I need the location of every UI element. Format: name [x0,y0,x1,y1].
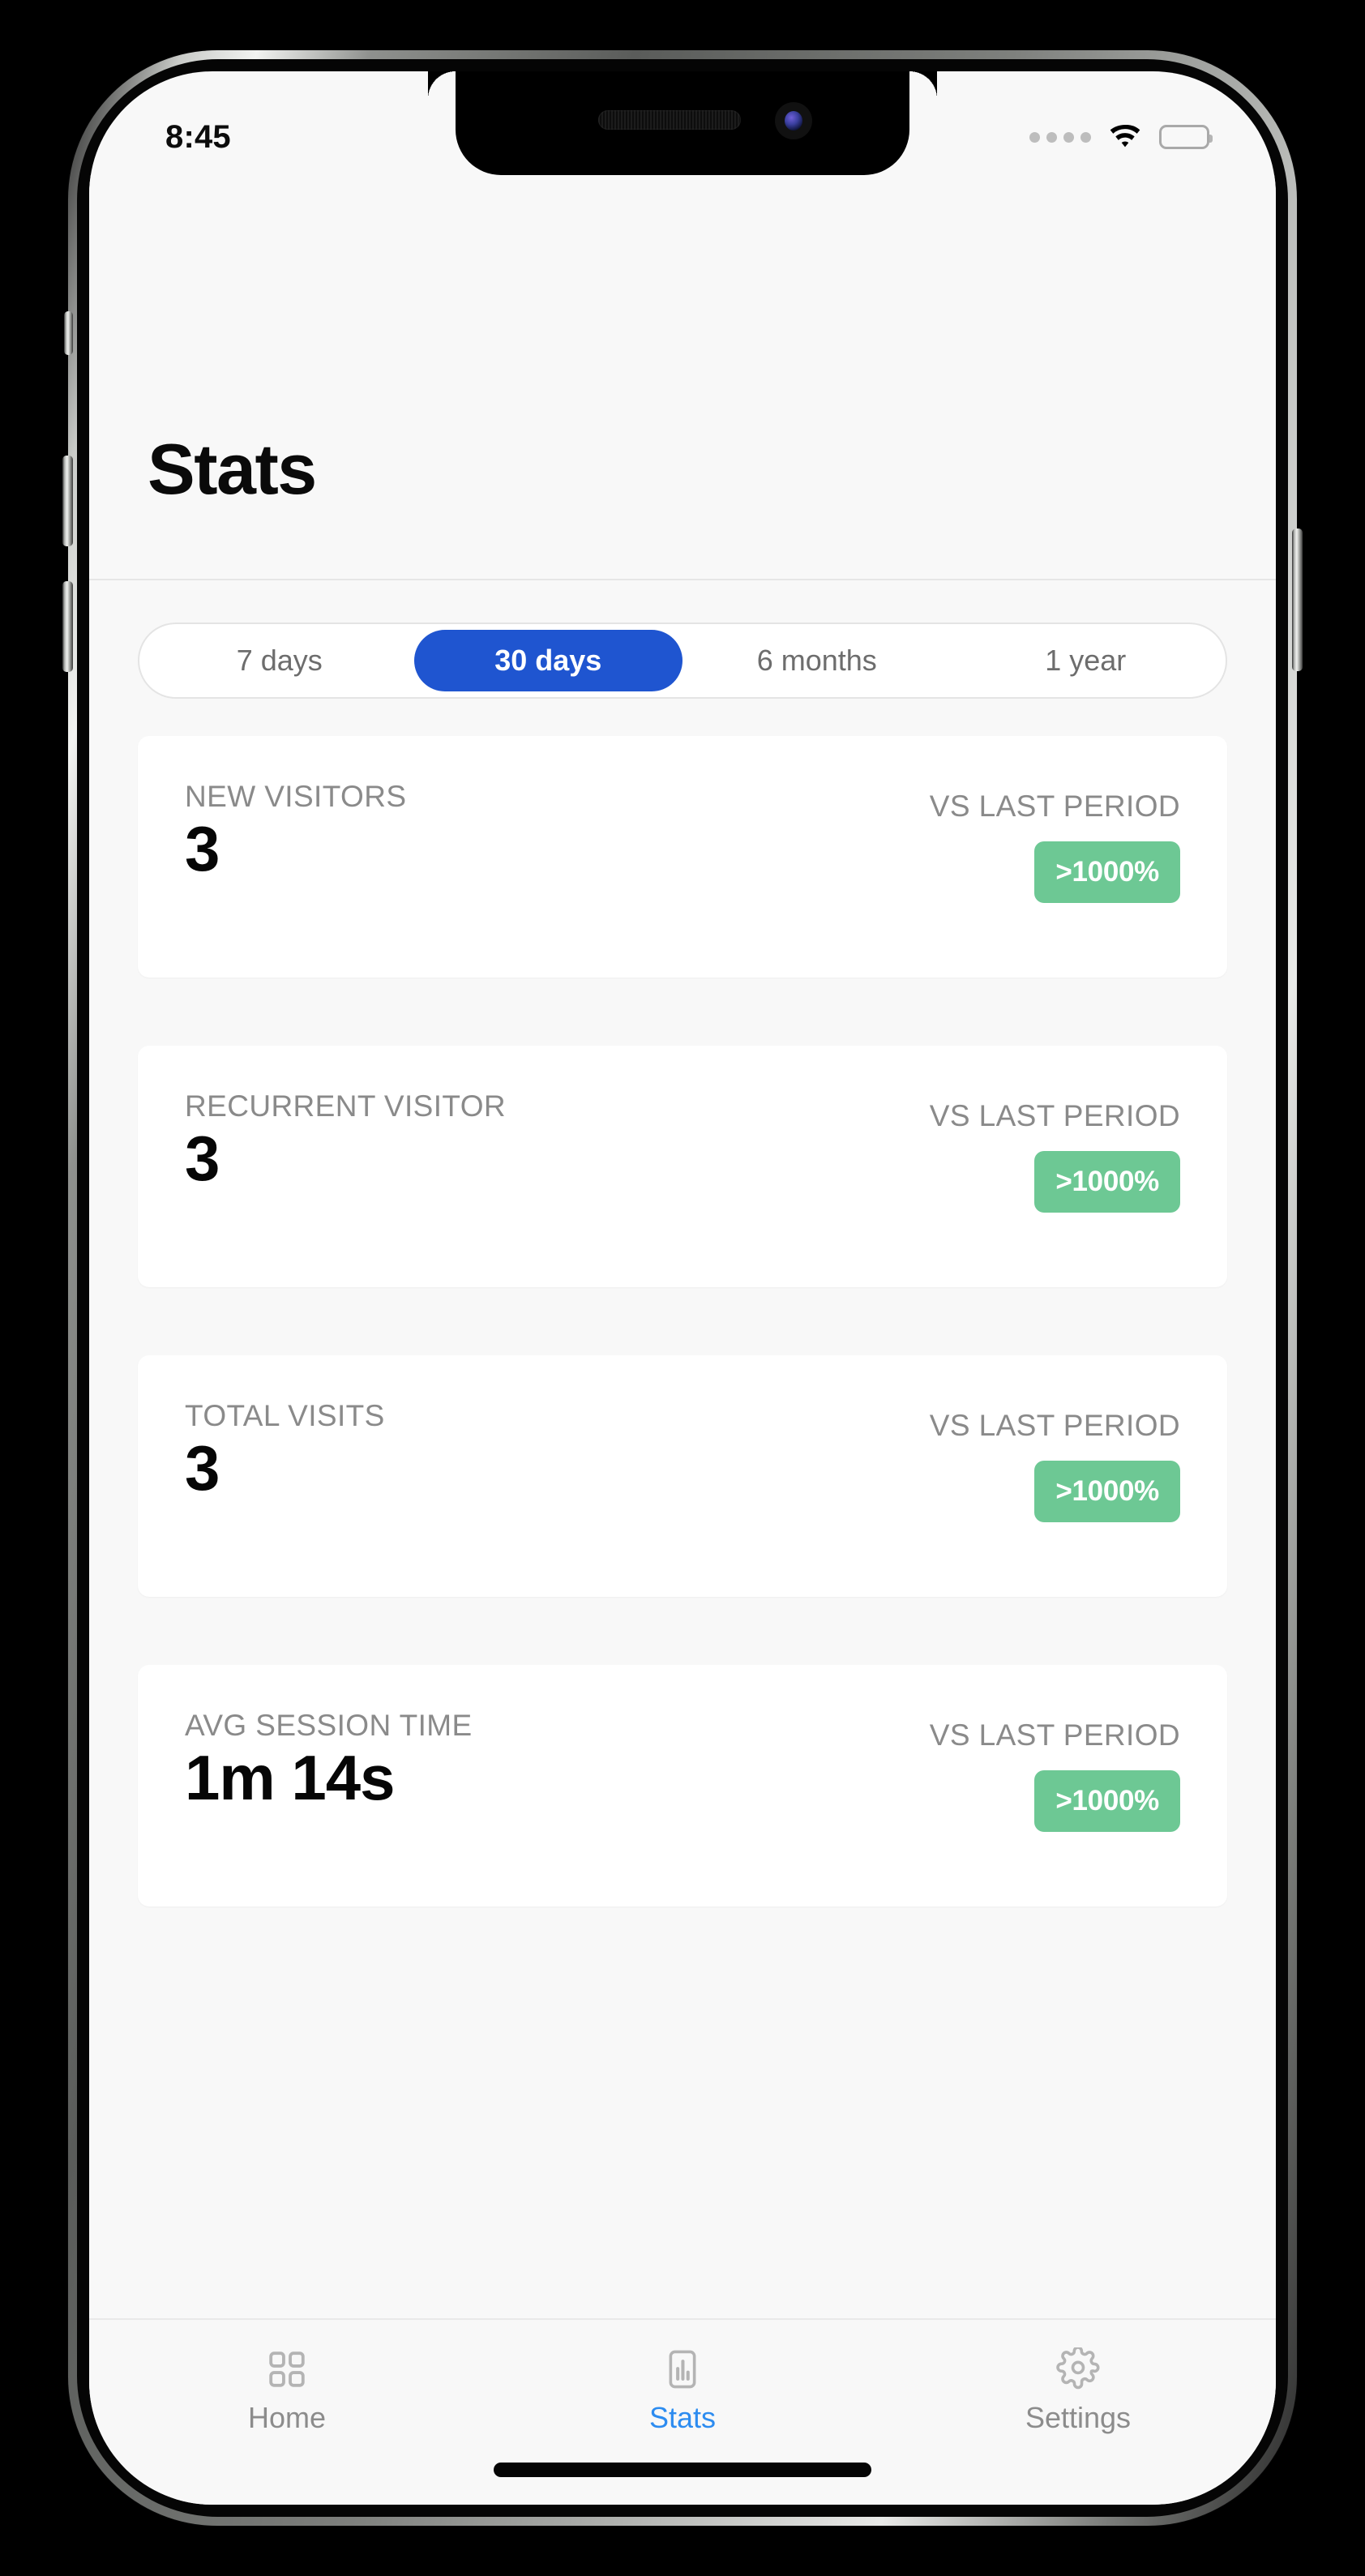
phone-device-frame: 8:45 Stats 7 days 30 days 6 months 1 yea… [62,50,1303,2526]
segment-30-days[interactable]: 30 days [413,630,682,691]
home-indicator[interactable] [494,2463,871,2477]
wifi-icon [1110,125,1140,148]
tab-label: Settings [1025,2401,1132,2434]
volume-down-button[interactable] [62,581,73,672]
grid-icon [269,2351,305,2387]
status-bar-indicators [1029,125,1213,149]
main-content: 7 days 30 days 6 months 1 year NEW VISIT… [89,582,1276,2318]
stat-card-total-visits[interactable]: TOTAL VISITS 3 VS LAST PERIOD >1000% [138,1355,1227,1597]
status-badge: >1000% [1034,841,1180,903]
tab-label: Stats [648,2401,717,2434]
tab-label: Home [247,2401,327,2434]
volume-up-button[interactable] [62,456,73,546]
mute-switch-button[interactable] [64,311,73,355]
tab-home[interactable]: Home [190,2347,384,2435]
stat-card-comparison: VS LAST PERIOD >1000% [930,1718,1180,1832]
status-badge: >1000% [1034,1770,1180,1832]
status-bar-time: 8:45 [165,118,231,155]
cellular-dots-icon [1029,131,1091,143]
stat-card-comparison: VS LAST PERIOD >1000% [930,1409,1180,1522]
tab-settings[interactable]: Settings [981,2347,1175,2435]
nav-header: Stats [89,175,1276,580]
stat-card-recurrent-visitor[interactable]: RECURRENT VISITOR 3 VS LAST PERIOD >1000… [138,1046,1227,1287]
front-camera-icon [775,102,812,139]
vs-last-period-label: VS LAST PERIOD [929,789,1180,823]
segment-1-year[interactable]: 1 year [952,630,1221,691]
stat-card-comparison: VS LAST PERIOD >1000% [930,1099,1180,1213]
vs-last-period-label: VS LAST PERIOD [929,1099,1180,1132]
device-notch [428,71,937,175]
phone-screen: 8:45 Stats 7 days 30 days 6 months 1 yea… [89,71,1276,2505]
power-button[interactable] [1292,528,1303,671]
stat-card-new-visitors[interactable]: NEW VISITORS 3 VS LAST PERIOD >1000% [138,736,1227,978]
stat-cards-list: NEW VISITORS 3 VS LAST PERIOD >1000% REC… [138,736,1227,1975]
vs-last-period-label: VS LAST PERIOD [929,1718,1180,1752]
segment-6-months[interactable]: 6 months [682,630,952,691]
segment-7-days[interactable]: 7 days [145,630,414,691]
stat-card-avg-session-time[interactable]: AVG SESSION TIME 1m 14s VS LAST PERIOD >… [138,1665,1227,1906]
page-title: Stats [148,429,317,509]
gear-icon [1056,2347,1100,2390]
status-badge: >1000% [1034,1461,1180,1522]
stat-card-comparison: VS LAST PERIOD >1000% [930,789,1180,903]
bar-chart-icon [669,2350,696,2389]
vs-last-period-label: VS LAST PERIOD [929,1409,1180,1442]
tab-stats[interactable]: Stats [585,2347,780,2435]
battery-full-icon [1159,125,1213,149]
period-segmented-control[interactable]: 7 days 30 days 6 months 1 year [138,623,1227,699]
status-badge: >1000% [1034,1151,1180,1213]
earpiece-speaker-icon [598,110,741,130]
